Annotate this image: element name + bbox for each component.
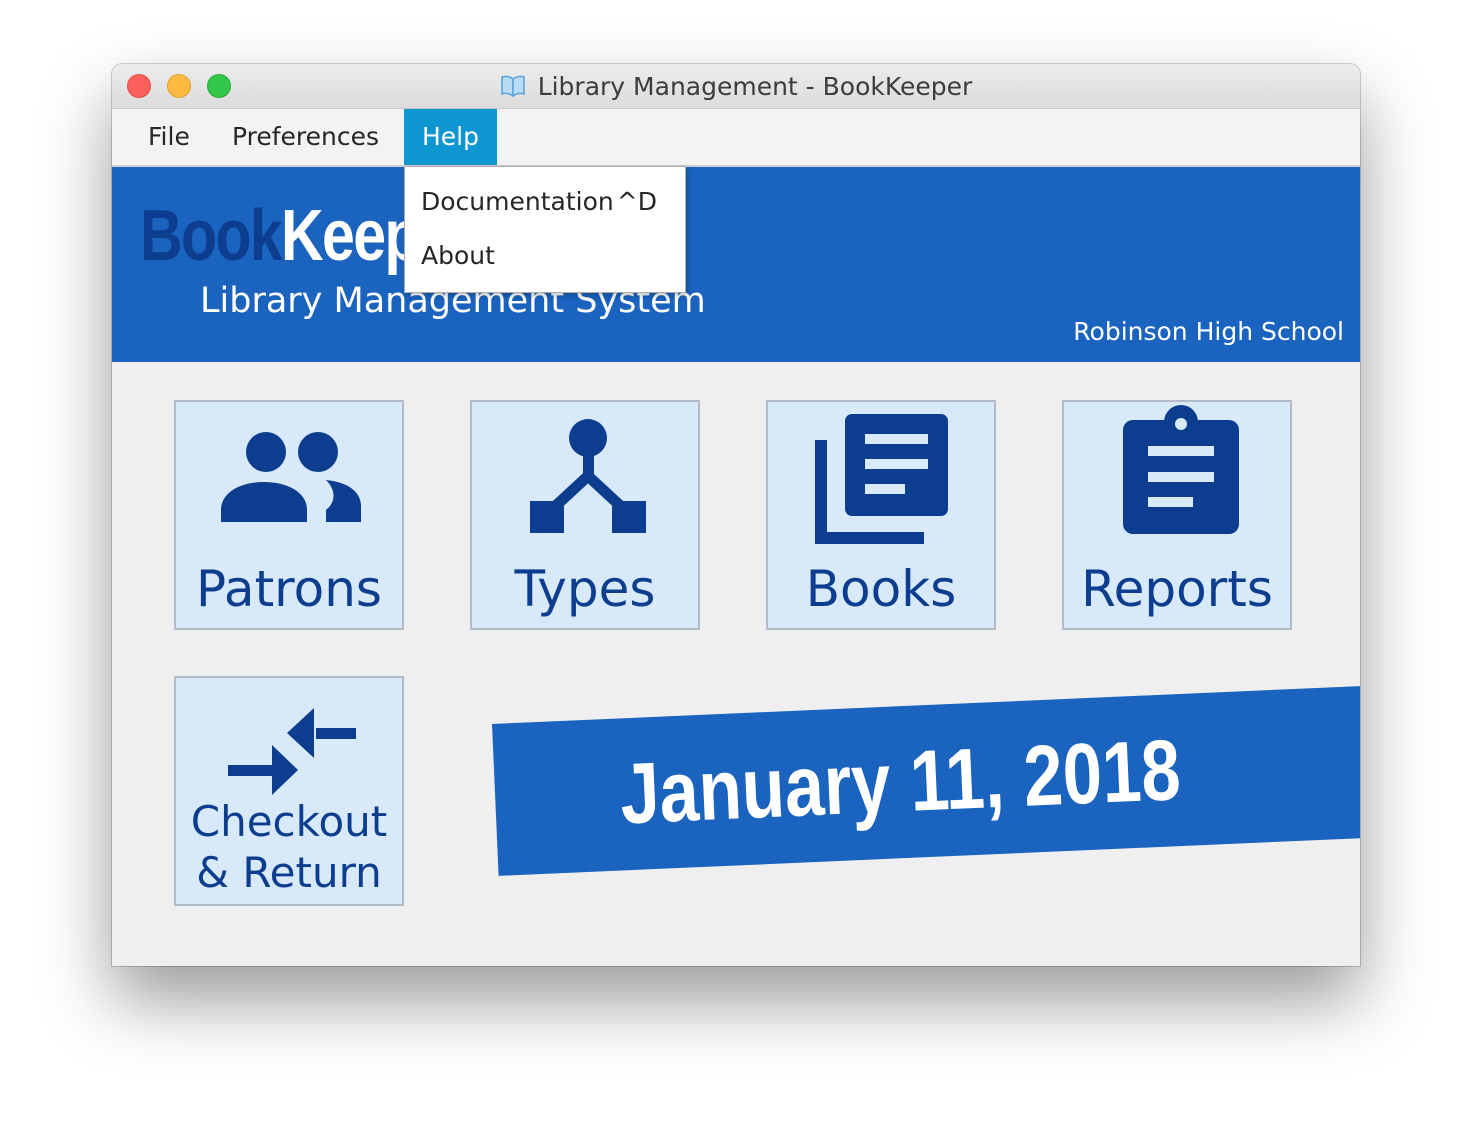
menu-file[interactable]: File [130, 109, 208, 165]
app-window: Library Management - BookKeeper File Pre… [112, 64, 1360, 966]
book-open-icon [500, 75, 525, 97]
types-label: Types [514, 560, 656, 618]
window-title-text: Library Management - BookKeeper [537, 71, 973, 101]
window-title: Library Management - BookKeeper [112, 64, 1360, 108]
patrons-tile-button[interactable]: Patrons [174, 400, 404, 630]
books-tile-button[interactable]: Books [766, 400, 996, 630]
reports-label: Reports [1081, 560, 1273, 618]
documentation-shortcut: ^D [616, 187, 657, 216]
checkout-return-label: Checkout & Return [190, 797, 388, 897]
help-dropdown-menu: Documentation ^D About [404, 166, 686, 293]
app-header: BookKeeper Library Management System Rob… [112, 167, 1360, 362]
menu-item-documentation[interactable]: Documentation [421, 187, 614, 216]
patrons-label: Patrons [196, 560, 382, 618]
checkout-return-tile-button[interactable]: Checkout & Return [174, 676, 404, 906]
reports-tile-button[interactable]: Reports [1062, 400, 1292, 630]
title-bar[interactable]: Library Management - BookKeeper [112, 64, 1360, 109]
school-name: Robinson High School [1073, 317, 1344, 346]
menu-preferences[interactable]: Preferences [214, 109, 397, 165]
menu-help[interactable]: Help [404, 109, 497, 165]
menu-bar: File Preferences Help [112, 109, 1360, 167]
menu-item-about[interactable]: About [421, 241, 495, 270]
current-date: January 11, 2018 [618, 721, 1183, 842]
types-tile-button[interactable]: Types [470, 400, 700, 630]
date-banner: January 11, 2018 [492, 684, 1360, 876]
logo-part-book: Book [140, 196, 283, 276]
books-label: Books [805, 560, 957, 618]
